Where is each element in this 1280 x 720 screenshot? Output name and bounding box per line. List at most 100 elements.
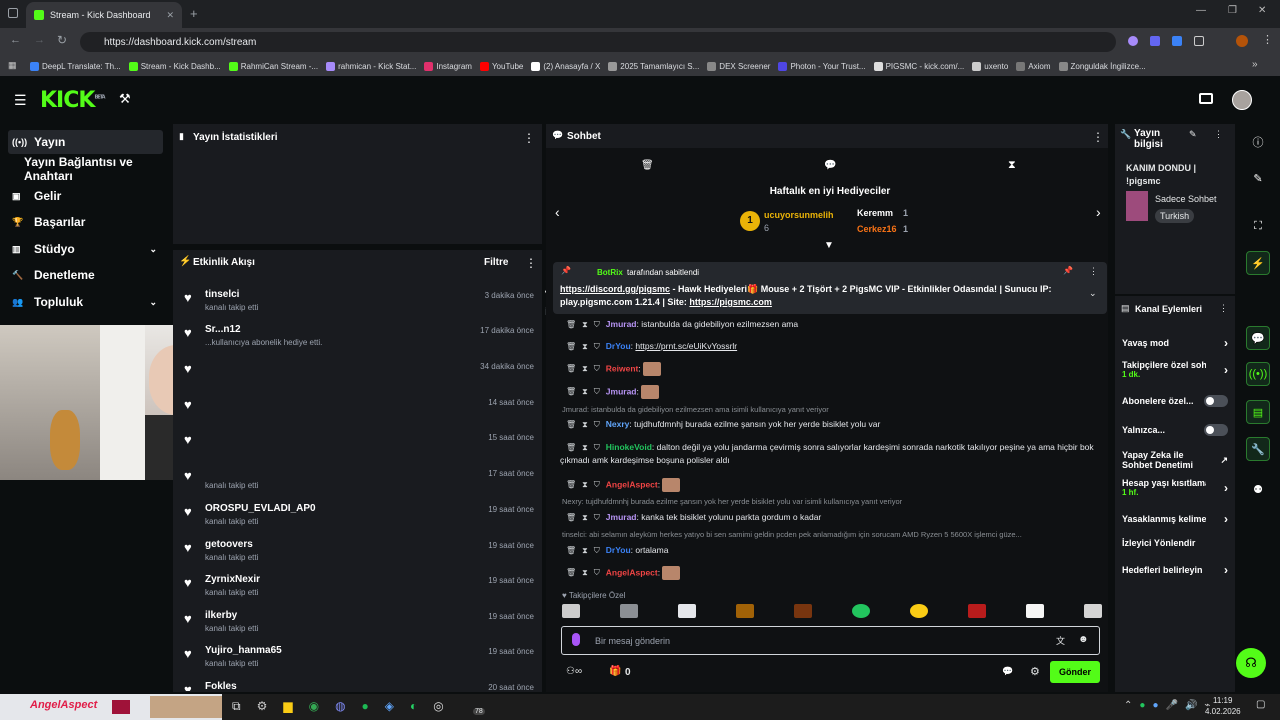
chat-username[interactable]: DrYou bbox=[606, 545, 631, 555]
delete-icon[interactable]: 🗑 bbox=[566, 418, 576, 431]
close-window-button[interactable]: ✕ bbox=[1258, 5, 1266, 16]
ban-icon[interactable]: ⛉ bbox=[594, 418, 600, 431]
bookmark-item[interactable]: Stream - Kick Dashb... bbox=[128, 61, 221, 71]
delete-icon[interactable]: 🗑 bbox=[566, 511, 576, 524]
tray-icons[interactable]: ⌃ ● ● 🎤 🔊 ⌁ bbox=[1124, 700, 1210, 711]
ban-icon[interactable]: ⛉ bbox=[594, 478, 600, 491]
bookmark-item[interactable]: rahmican - Kick Stat... bbox=[326, 61, 416, 71]
tab-list-icon[interactable] bbox=[8, 8, 18, 18]
url-field[interactable]: https://dashboard.kick.com/stream bbox=[80, 32, 1116, 52]
translate-icon[interactable]: 文 bbox=[1056, 634, 1065, 647]
actions-menu-icon[interactable]: ⋮ bbox=[1219, 303, 1228, 314]
delete-icon[interactable]: 🗑 bbox=[566, 362, 576, 375]
bookmark-item[interactable]: uxento bbox=[972, 61, 1008, 71]
sidebar-item[interactable]: 🏆 Başarılar bbox=[8, 210, 163, 234]
channel-action[interactable]: Abonelere özel... bbox=[1122, 395, 1228, 407]
toggle-switch[interactable] bbox=[1204, 395, 1228, 407]
back-icon[interactable]: ← bbox=[10, 34, 21, 46]
hammer-icon[interactable]: ⚒ bbox=[119, 91, 131, 107]
edit-icon[interactable]: ✎ bbox=[1246, 166, 1270, 190]
edit-icon[interactable]: ✎ bbox=[1189, 129, 1197, 140]
browser-tab[interactable]: Stream - Kick Dashboard ✕ bbox=[26, 2, 182, 28]
ban-icon[interactable]: ⛉ bbox=[594, 511, 600, 524]
chat-icon[interactable]: 💬 bbox=[1246, 326, 1270, 350]
activity-user[interactable]: ilkerby bbox=[205, 610, 237, 621]
delete-icon[interactable]: 🗑 bbox=[566, 478, 576, 491]
activity-user[interactable]: Fokles bbox=[205, 681, 237, 691]
channel-action[interactable]: Yapay Zeka ile Sohbet Denetimi ↗ bbox=[1122, 450, 1228, 470]
timeout-icon[interactable]: ⧗ bbox=[582, 318, 588, 331]
bookmark-item[interactable]: PIGSMC - kick.com/... bbox=[873, 61, 964, 71]
ban-icon[interactable]: ⛉ bbox=[594, 385, 600, 398]
channel-action[interactable]: Hesap yaşı kısıtlama 1 hf. › bbox=[1122, 478, 1228, 498]
sidebar-item[interactable]: ▣ Gelir bbox=[8, 184, 163, 208]
ban-icon[interactable]: ⛉ bbox=[594, 441, 600, 454]
ban-icon[interactable]: ⛉ bbox=[594, 340, 600, 353]
pinned-menu-icon[interactable]: ⋮ bbox=[1089, 266, 1098, 277]
chat-settings-icon[interactable]: ⚙ bbox=[1030, 665, 1040, 678]
info-menu-icon[interactable]: ⋮ bbox=[1214, 129, 1223, 140]
bookmark-item[interactable]: Zonguldak İngilizce... bbox=[1058, 61, 1146, 71]
language-tag[interactable]: Turkish bbox=[1155, 209, 1195, 223]
reload-icon[interactable]: ↻ bbox=[57, 33, 67, 47]
profile-avatar[interactable] bbox=[1236, 35, 1248, 47]
bookmarks-more-icon[interactable]: » bbox=[1252, 59, 1258, 70]
taskbar-app-thumb[interactable]: AngelAspect bbox=[0, 694, 222, 720]
filter-button[interactable]: Filtre bbox=[484, 257, 508, 268]
bolt-icon[interactable]: ⚡ bbox=[1246, 251, 1270, 275]
connections-icon[interactable]: ⚉ bbox=[1246, 477, 1270, 501]
forward-icon[interactable]: → bbox=[34, 34, 45, 46]
channel-action[interactable]: Yavaş mod › bbox=[1122, 336, 1228, 350]
pinned-link-site[interactable]: https://pigsmc.com bbox=[689, 297, 772, 307]
bookmark-item[interactable]: YouTube bbox=[479, 61, 523, 71]
sidebar-item[interactable]: ▥ Stüdyo ⌄ bbox=[8, 237, 163, 261]
taskbar-icons[interactable]: ⧉ ⚙ ▆ ◉ ◍ ● ◈ ◐ ◎ bbox=[232, 699, 444, 714]
mic-icon[interactable] bbox=[572, 633, 580, 646]
gift-icon[interactable]: 🎁 bbox=[609, 666, 621, 677]
timeout-icon[interactable]: ⧗ bbox=[582, 566, 588, 579]
activity-user[interactable]: tinselci bbox=[205, 289, 239, 300]
browser-menu-icon[interactable]: ⋮ bbox=[1262, 33, 1273, 46]
minimize-button[interactable]: — bbox=[1196, 5, 1206, 16]
delete-icon[interactable]: 🗑 bbox=[566, 385, 576, 398]
ban-icon[interactable]: ⛉ bbox=[594, 544, 600, 557]
bookmark-item[interactable]: Instagram bbox=[424, 61, 472, 71]
channel-action[interactable]: Hedefleri belirleyin › bbox=[1122, 563, 1228, 577]
unpin-icon[interactable]: 📌 bbox=[1063, 266, 1073, 275]
timeout-icon[interactable]: ⧗ bbox=[582, 362, 588, 375]
timeout-icon[interactable]: ⧗ bbox=[582, 340, 588, 353]
maximize-button[interactable]: ❐ bbox=[1228, 5, 1237, 16]
chat-username[interactable]: Reiwent bbox=[606, 363, 639, 373]
chat-username[interactable]: HinokeVoid bbox=[606, 442, 652, 452]
kick-logo[interactable]: KICKBETA bbox=[40, 88, 106, 113]
chat-username[interactable]: Jmurad bbox=[606, 386, 637, 396]
channel-action[interactable]: Yalnızca... bbox=[1122, 424, 1228, 436]
list-icon[interactable]: ▤ bbox=[1246, 400, 1270, 424]
sidebar-item[interactable]: 👥 Topluluk ⌄ bbox=[8, 290, 163, 314]
chat-input[interactable]: Bir mesaj gönderin 文 ☻ bbox=[561, 626, 1100, 655]
chat-username[interactable]: Jmurad bbox=[606, 512, 637, 522]
ban-icon[interactable]: ⛉ bbox=[594, 318, 600, 331]
tab-close-icon[interactable]: ✕ bbox=[166, 10, 174, 21]
sidebar-item[interactable]: 🔨 Denetleme bbox=[8, 263, 163, 287]
broadcast-icon[interactable]: ((•)) bbox=[1246, 362, 1270, 386]
delete-icon[interactable]: 🗑 bbox=[566, 566, 576, 579]
activity-user[interactable]: Sr...n12 bbox=[205, 324, 241, 335]
dashboard-icon[interactable] bbox=[1199, 93, 1213, 104]
chat-text[interactable]: https://prnt.sc/eUiKvYossrlr bbox=[635, 341, 737, 351]
chat-username[interactable]: AngelAspect bbox=[606, 479, 658, 489]
toggle-switch[interactable] bbox=[1204, 424, 1228, 436]
extensions-icons[interactable] bbox=[1128, 36, 1218, 46]
people-icon[interactable]: ⚇∞ bbox=[566, 666, 582, 677]
info-icon[interactable]: ⓘ bbox=[1246, 130, 1270, 154]
hamburger-menu-icon[interactable]: ☰ bbox=[14, 92, 27, 109]
notification-icon[interactable]: ▢ bbox=[1256, 699, 1265, 710]
sidebar-item[interactable]: ((•)) Yayın bbox=[8, 130, 163, 154]
bookmark-item[interactable]: RahmiCan Stream -... bbox=[228, 61, 318, 71]
bookmark-item[interactable]: DEX Screener bbox=[707, 61, 770, 71]
expand-icon[interactable]: ⌄ bbox=[1089, 288, 1097, 299]
activity-user[interactable]: ZyrnixNexir bbox=[205, 574, 260, 585]
bookmark-item[interactable]: DeepL Translate: Th... bbox=[30, 61, 121, 71]
bookmark-item[interactable]: 2025 Tamamlayıcı S... bbox=[608, 61, 699, 71]
timeout-icon[interactable]: ⧗ bbox=[582, 441, 588, 454]
